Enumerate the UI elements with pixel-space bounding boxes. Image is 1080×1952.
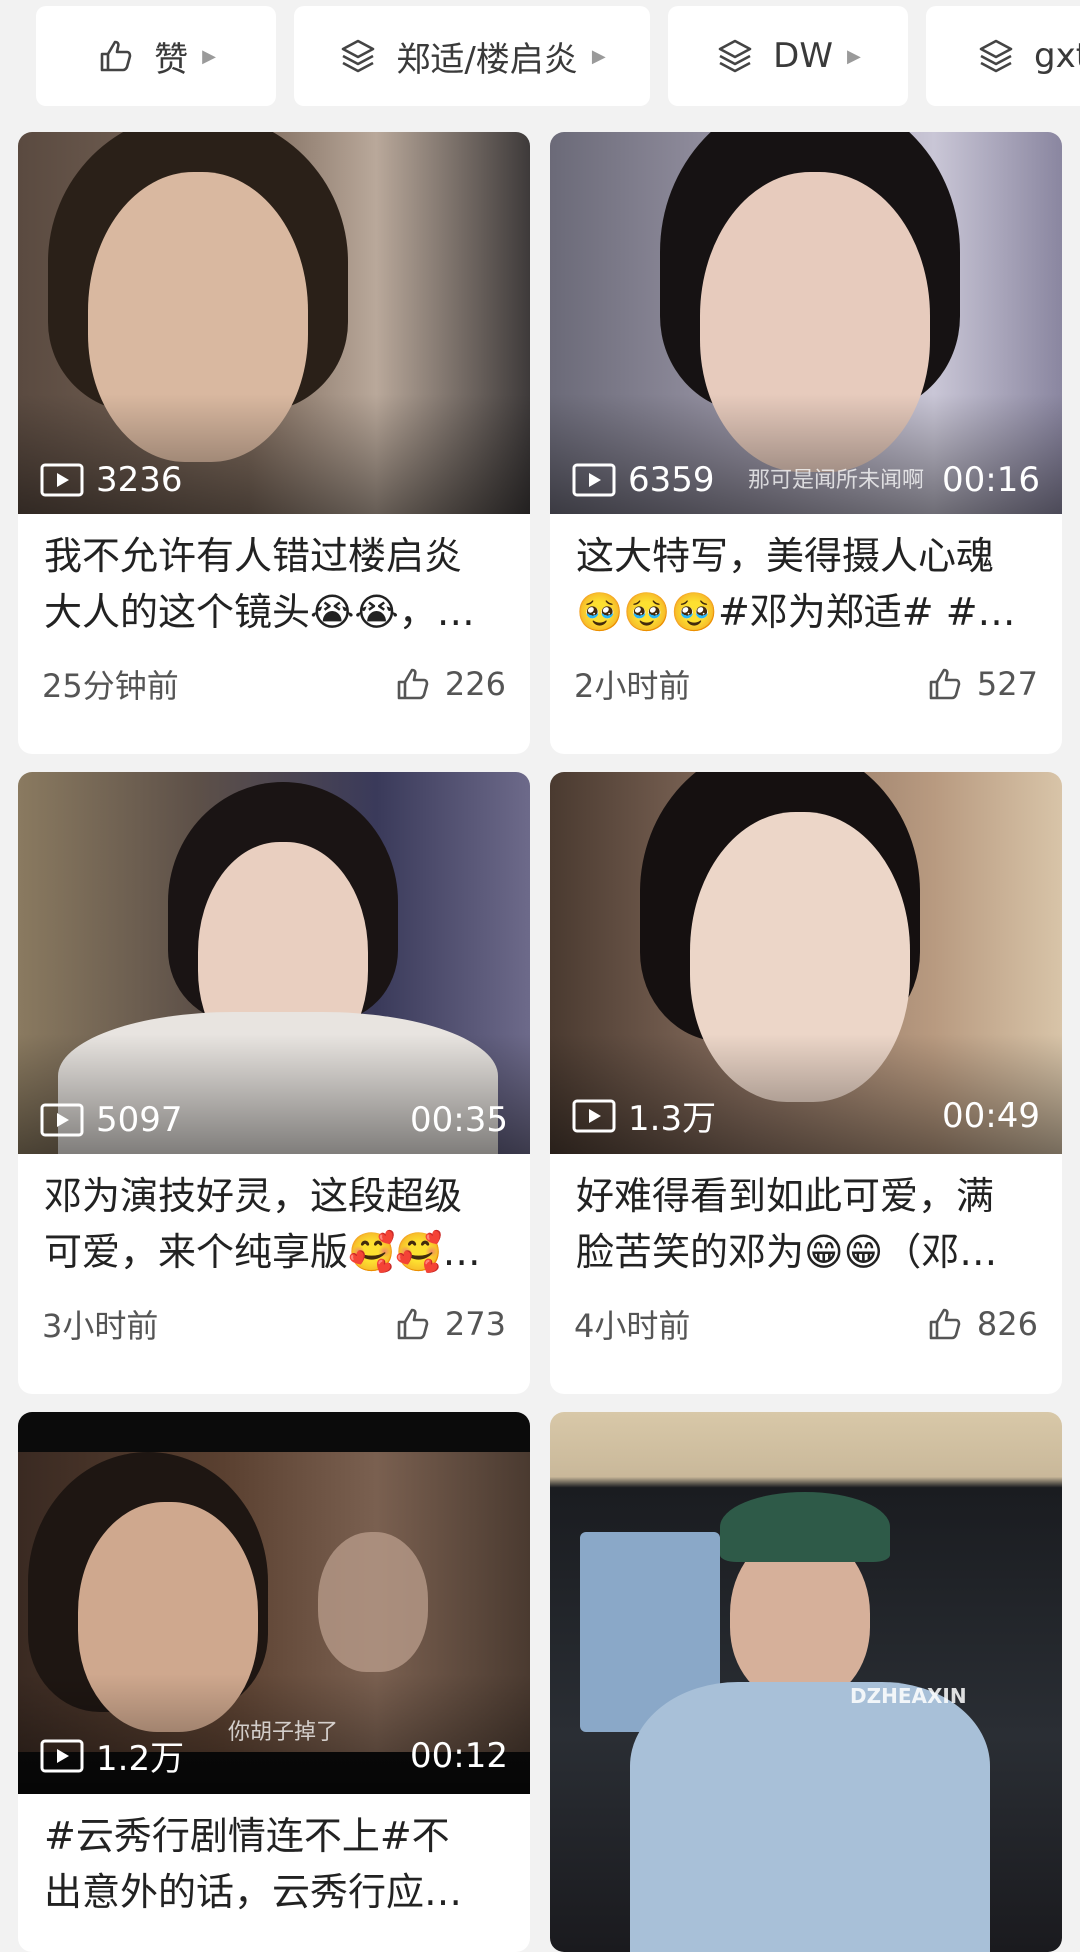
thumbs-up-icon xyxy=(929,668,961,700)
video-meta: 5097 00:35 xyxy=(40,1100,508,1140)
video-title[interactable]: 这大特写，美得摄人心魂 🥹🥹🥹#邓为郑适# #… xyxy=(550,514,1062,640)
view-count: 3236 xyxy=(96,460,183,500)
layers-icon xyxy=(338,36,378,76)
view-count: 6359 xyxy=(628,460,715,500)
title-line: #云秀行剧情连不上#不 xyxy=(44,1814,450,1858)
video-title[interactable]: 好难得看到如此可爱，满 脸苦笑的邓为😁😁（邓… xyxy=(550,1154,1062,1280)
like-button[interactable]: 527 xyxy=(925,664,1038,704)
caret-right-icon: ▶ xyxy=(591,45,606,67)
video-thumbnail[interactable]: 5097 00:35 xyxy=(18,772,530,1154)
title-line: 大人的这个镜头😭😭，… xyxy=(44,590,475,634)
like-count: 527 xyxy=(976,665,1038,703)
video-meta: 1.2万 00:12 xyxy=(40,1731,508,1780)
video-duration: 00:16 xyxy=(942,460,1040,500)
chip-collection-dw[interactable]: DW ▶ xyxy=(668,6,908,106)
play-icon xyxy=(572,463,616,497)
title-line: 我不允许有人错过楼启炎 xyxy=(44,534,463,578)
like-count: 273 xyxy=(444,1305,506,1343)
caret-right-icon: ▶ xyxy=(202,45,216,67)
title-line: 好难得看到如此可爱，满 xyxy=(576,1174,995,1218)
thumbs-up-icon xyxy=(397,1308,429,1340)
view-count: 1.2万 xyxy=(96,1739,185,1779)
chip-label: DW xyxy=(773,36,833,76)
card-footer: 25分钟前 226 xyxy=(18,640,530,728)
video-thumbnail[interactable]: 3236 xyxy=(18,132,530,514)
card-footer: 4小时前 826 xyxy=(550,1280,1062,1368)
like-button[interactable]: 226 xyxy=(393,664,506,704)
video-meta: 6359 00:16 xyxy=(572,460,1040,500)
title-line: 脸苦笑的邓为😁😁（邓… xyxy=(576,1230,998,1274)
post-time: 2小时前 xyxy=(574,667,691,705)
video-duration: 00:49 xyxy=(942,1095,1040,1136)
thumbs-up-icon xyxy=(397,668,429,700)
caret-right-icon: ▶ xyxy=(846,45,861,67)
play-icon xyxy=(572,1099,616,1132)
video-duration: 00:35 xyxy=(410,1100,508,1140)
title-line: 🥹🥹🥹#邓为郑适# #… xyxy=(576,590,1016,634)
layers-icon xyxy=(976,36,1016,76)
post-time: 3小时前 xyxy=(42,1307,159,1345)
chip-collection-zhengshi[interactable]: 郑适/楼启炎 ▶ xyxy=(294,6,650,106)
video-card[interactable]: 1.3万 00:49 好难得看到如此可爱，满 脸苦笑的邓为😁😁（邓… 4小时前 … xyxy=(550,772,1062,1394)
post-time: 25分钟前 xyxy=(42,667,179,705)
video-card[interactable]: 5097 00:35 邓为演技好灵，这段超级 可爱，来个纯享版🥰🥰… 3小时前 … xyxy=(18,772,530,1394)
video-title[interactable]: #云秀行剧情连不上#不 出意外的话，云秀行应… xyxy=(18,1794,530,1920)
video-meta: 3236 xyxy=(40,460,508,500)
play-icon xyxy=(40,1739,84,1772)
like-button[interactable]: 826 xyxy=(925,1304,1038,1344)
image-card[interactable]: DZHEAXIN xyxy=(550,1412,1062,1952)
video-card[interactable]: 3236 我不允许有人错过楼启炎 大人的这个镜头😭😭，… 25分钟前 226 xyxy=(18,132,530,754)
play-icon xyxy=(40,463,84,497)
layers-icon xyxy=(715,36,755,76)
post-time: 4小时前 xyxy=(574,1307,691,1345)
chip-collection-gxt[interactable]: gxt xyxy=(926,6,1080,106)
video-card[interactable]: 那可是闻所未闻啊 6359 00:16 这大特写，美得摄人心魂 🥹🥹🥹#邓为郑适… xyxy=(550,132,1062,754)
title-line: 这大特写，美得摄人心魂 xyxy=(576,534,995,578)
video-title[interactable]: 我不允许有人错过楼启炎 大人的这个镜头😭😭，… xyxy=(18,514,530,640)
video-card[interactable]: 你胡子掉了 1.2万 00:12 #云秀行剧情连不上#不 出意外的话，云秀行应… xyxy=(18,1412,530,1952)
watermark: DZHEAXIN xyxy=(850,1684,967,1708)
chip-label: 赞 xyxy=(154,39,189,80)
video-duration: 00:12 xyxy=(410,1735,508,1776)
thumbs-up-icon xyxy=(96,36,136,76)
view-count: 1.3万 xyxy=(628,1099,717,1139)
title-line: 可爱，来个纯享版🥰🥰… xyxy=(44,1230,481,1274)
video-meta: 1.3万 00:49 xyxy=(572,1091,1040,1140)
view-count: 5097 xyxy=(96,1100,183,1140)
like-count: 226 xyxy=(444,665,506,703)
card-footer: 2小时前 527 xyxy=(550,640,1062,728)
like-button[interactable]: 273 xyxy=(393,1304,506,1344)
title-line: 邓为演技好灵，这段超级 xyxy=(44,1174,463,1218)
image-thumbnail[interactable]: DZHEAXIN xyxy=(550,1412,1062,1952)
filter-chip-bar: 赞 ▶ 郑适/楼启炎 ▶ DW ▶ gxt xyxy=(0,0,1080,108)
chip-label: 郑适/楼启炎 xyxy=(396,39,578,80)
video-title[interactable]: 邓为演技好灵，这段超级 可爱，来个纯享版🥰🥰… xyxy=(18,1154,530,1280)
chip-likes[interactable]: 赞 ▶ xyxy=(36,6,276,106)
like-count: 826 xyxy=(976,1305,1038,1343)
thumbs-up-icon xyxy=(929,1308,961,1340)
video-thumbnail[interactable]: 那可是闻所未闻啊 6359 00:16 xyxy=(550,132,1062,514)
chip-label: gxt xyxy=(1034,36,1080,76)
title-line: 出意外的话，云秀行应… xyxy=(44,1870,463,1914)
card-footer: 3小时前 273 xyxy=(18,1280,530,1368)
video-thumbnail[interactable]: 1.3万 00:49 xyxy=(550,772,1062,1154)
play-icon xyxy=(40,1103,84,1137)
video-thumbnail[interactable]: 你胡子掉了 1.2万 00:12 xyxy=(18,1412,530,1794)
